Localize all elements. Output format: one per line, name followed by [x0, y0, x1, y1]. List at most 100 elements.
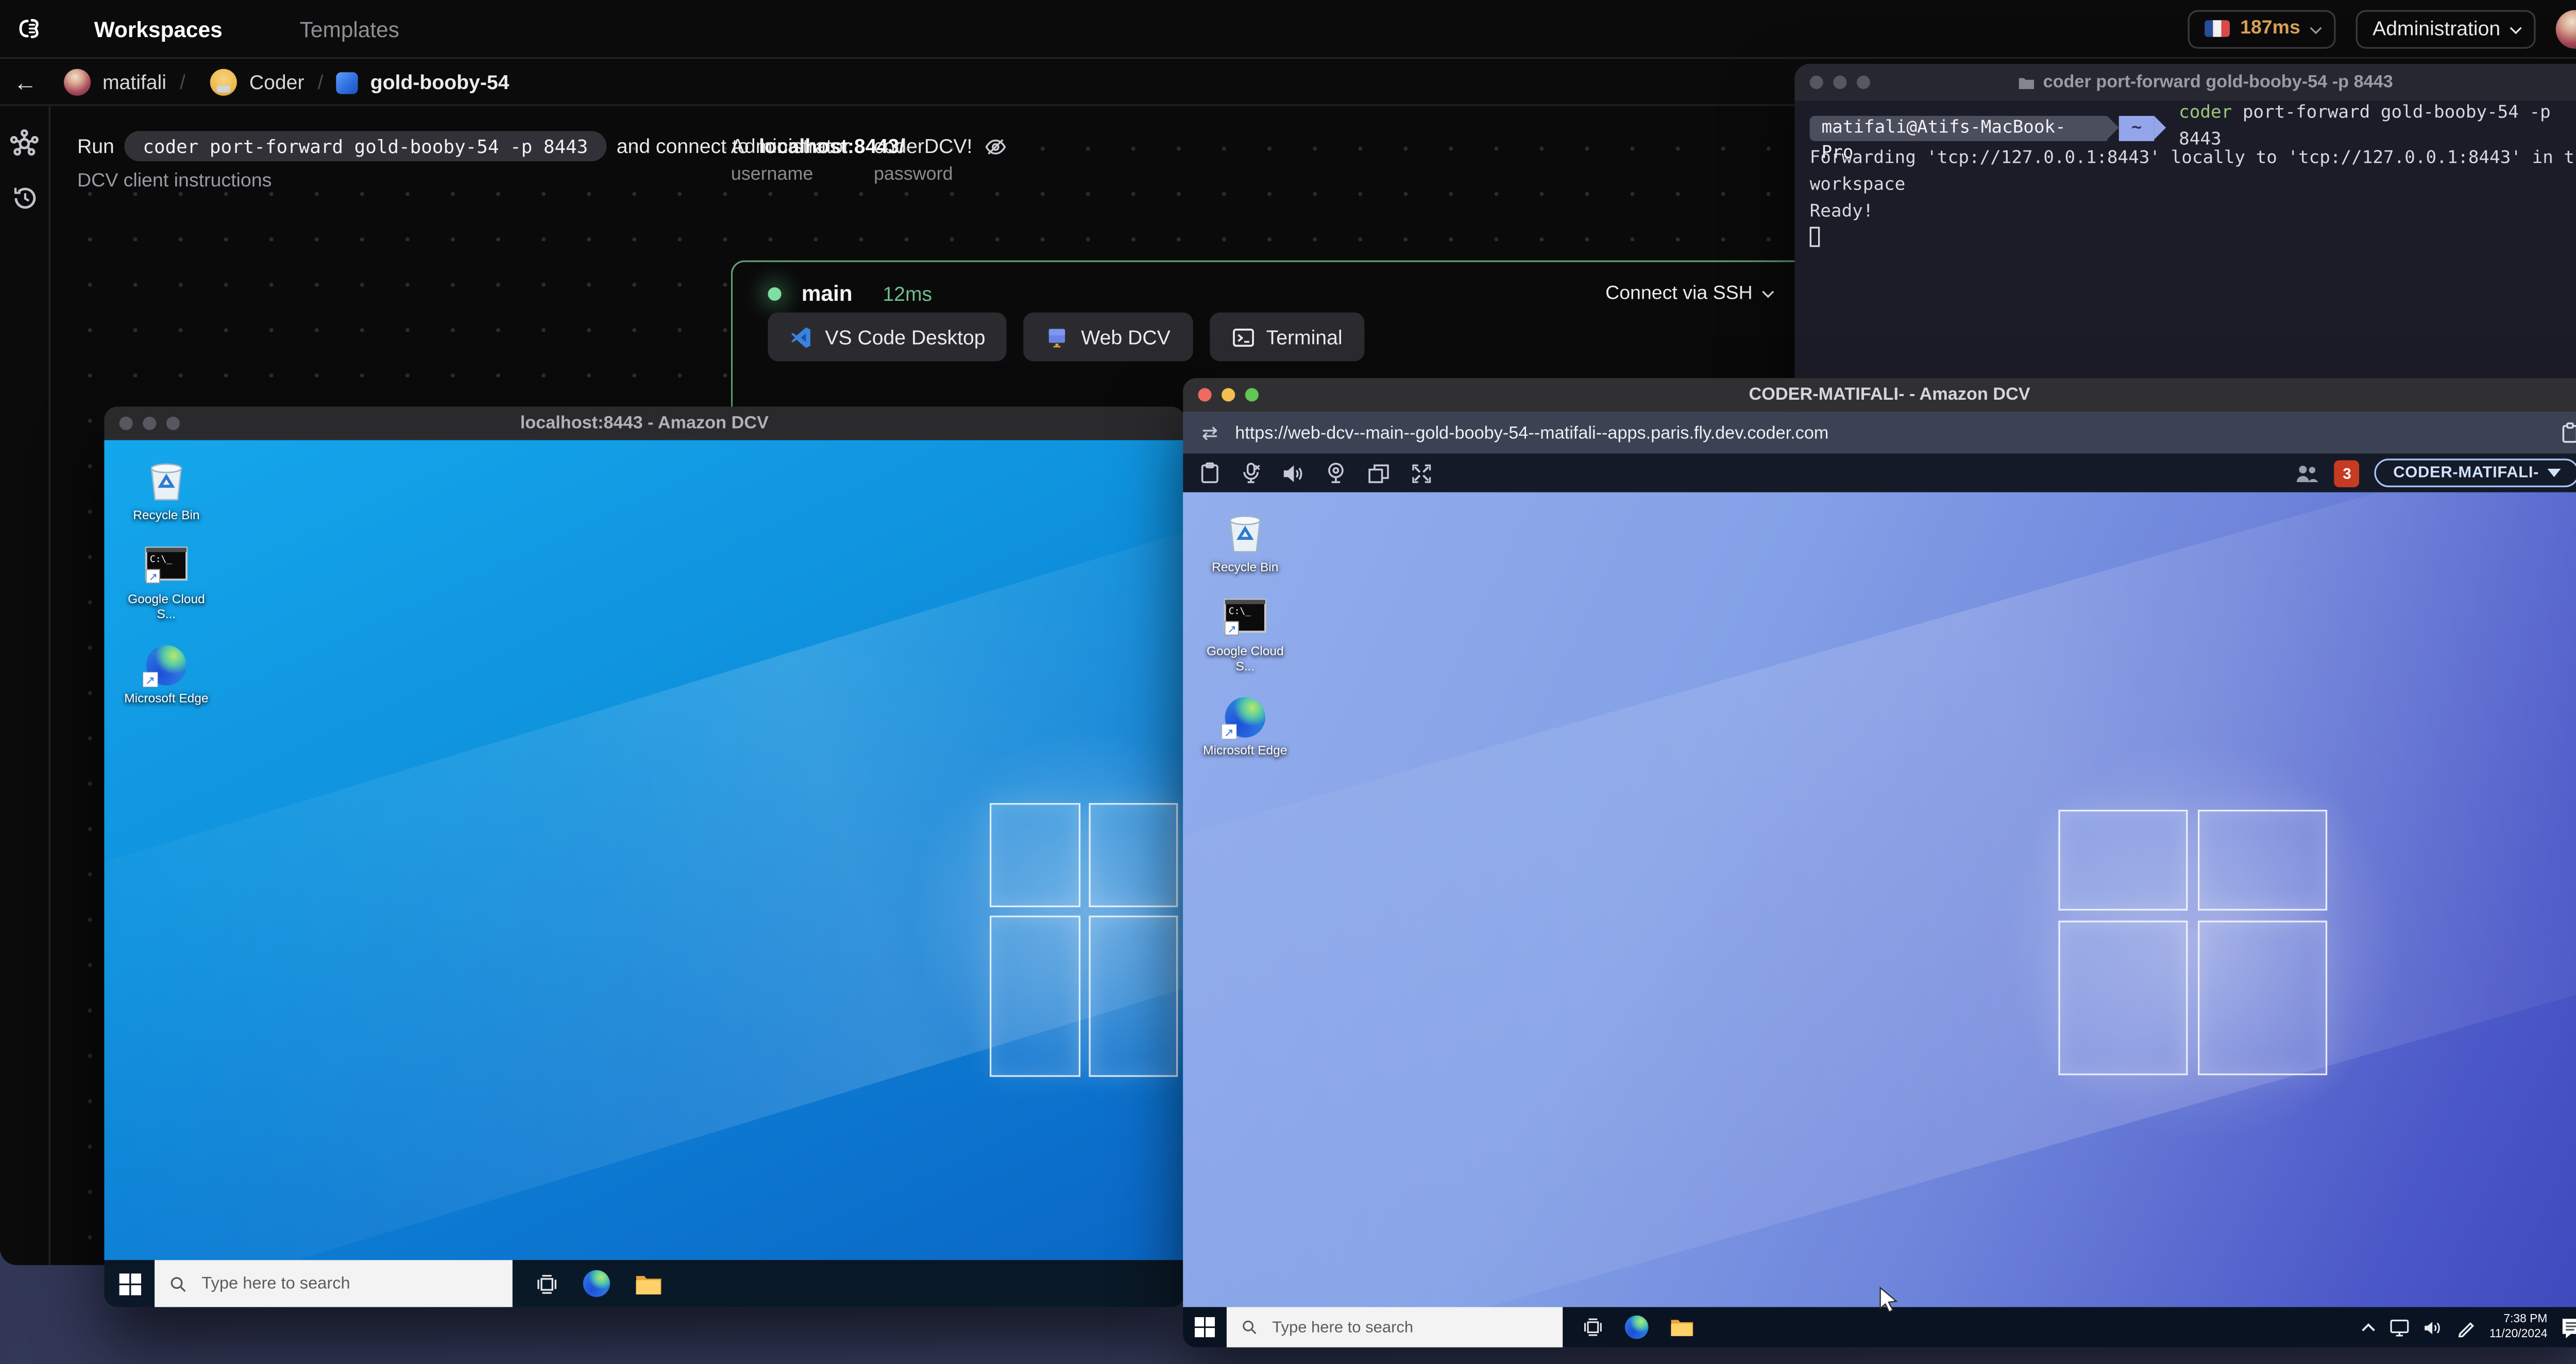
dcv-toolbar: 3 CODER-MATIFALI-	[1183, 453, 2576, 492]
session-menu-button[interactable]: CODER-MATIFALI-	[2375, 458, 2576, 487]
file-explorer-icon	[636, 1275, 662, 1294]
web-dcv-icon	[1049, 328, 1066, 347]
search-input[interactable]	[198, 1272, 498, 1294]
google-cloud-shortcut[interactable]: C:\_ ↗ Google Cloud S...	[1196, 598, 1294, 674]
microphone-muted-icon[interactable]	[1242, 462, 1260, 484]
back-button[interactable]: ←	[0, 69, 50, 96]
volume-icon[interactable]	[2424, 1318, 2444, 1337]
connect-via-ssh-button[interactable]: Connect via SSH	[1605, 283, 1774, 303]
top-navbar: Workspaces Templates 187ms Administratio…	[0, 0, 2576, 59]
run-prefix: Run	[77, 134, 114, 158]
dcv-web-window: CODER-MATIFALI- - Amazon DCV https://web…	[1183, 378, 2576, 1348]
terminal-titlebar[interactable]: coder port-forward gold-booby-54 -p 8443	[1794, 63, 2576, 101]
speaker-icon[interactable]	[1282, 463, 1304, 483]
url-bar[interactable]: https://web-dcv--main--gold-booby-54--ma…	[1183, 412, 2576, 454]
task-view-button[interactable]	[536, 1260, 557, 1307]
search-icon	[171, 1276, 186, 1291]
eye-off-icon[interactable]	[984, 137, 1006, 156]
recycle-bin-icon	[1229, 515, 1261, 553]
web-dcv-label: Web DCV	[1081, 325, 1171, 349]
dcv-client-instructions-link[interactable]: DCV client instructions	[77, 172, 272, 192]
username-value: Administrator	[731, 134, 850, 158]
icon-label: Recycle Bin	[133, 507, 200, 523]
breadcrumb-separator: /	[317, 70, 324, 94]
terminal-button[interactable]: Terminal	[1209, 312, 1364, 362]
icon-label: Google Cloud S...	[1206, 643, 1284, 674]
breadcrumb-user-avatar	[63, 69, 91, 96]
agent-name: main	[801, 280, 853, 306]
taskbar-search[interactable]	[155, 1260, 513, 1307]
copy-url-icon[interactable]	[2561, 422, 2576, 444]
dcv-web-titlebar[interactable]: CODER-MATIFALI- - Amazon DCV	[1183, 378, 2576, 412]
svg-text:↗: ↗	[148, 570, 158, 583]
clipboard-icon[interactable]	[1200, 462, 1220, 484]
svg-text:C:\_: C:\_	[150, 554, 172, 565]
pen-icon[interactable]	[2458, 1318, 2476, 1337]
dcv-local-titlebar[interactable]: localhost:8443 - Amazon DCV	[104, 406, 1185, 440]
clock-time: 7:38 PM	[2503, 1314, 2548, 1326]
edge-taskbar-button[interactable]	[1624, 1307, 1649, 1347]
svg-text:↗: ↗	[1224, 726, 1234, 739]
administration-menu-button[interactable]: Administration	[2355, 9, 2536, 48]
navbar-right: 187ms Administration	[2188, 9, 2576, 48]
microsoft-edge-shortcut[interactable]: ↗ Microsoft Edge	[117, 645, 215, 706]
web-dcv-button[interactable]: Web DCV	[1024, 312, 1193, 362]
svg-text:C:\_: C:\_	[1229, 606, 1251, 617]
shortcut-arrow-icon: ↗	[143, 672, 158, 687]
shortcut-arrow-icon: ↗	[1222, 724, 1237, 740]
recycle-bin-shortcut[interactable]: Recycle Bin	[117, 457, 215, 522]
tab-templates[interactable]: Templates	[300, 16, 399, 41]
password-value: coderDCV!	[873, 134, 973, 158]
password-label: password	[873, 164, 953, 185]
agent-apps: VS Code Desktop Web DCV Terminal	[768, 312, 1364, 362]
administration-label: Administration	[2372, 16, 2501, 41]
multi-window-icon[interactable]	[1368, 463, 1389, 483]
file-explorer-button[interactable]	[635, 1260, 662, 1307]
chevron-down-icon	[2310, 21, 2322, 33]
microsoft-edge-shortcut[interactable]: ↗ Microsoft Edge	[1196, 697, 1294, 758]
url-text[interactable]: https://web-dcv--main--gold-booby-54--ma…	[1235, 422, 1828, 442]
chevron-down-icon	[1762, 286, 1774, 298]
start-button[interactable]	[1183, 1307, 1227, 1347]
edge-taskbar-button[interactable]	[583, 1260, 610, 1307]
svg-text:↗: ↗	[1227, 622, 1236, 635]
breadcrumb-workspace[interactable]: gold-booby-54	[370, 71, 510, 94]
dropdown-triangle-icon	[2547, 468, 2561, 478]
show-hidden-icons-chevron[interactable]	[2362, 1322, 2377, 1333]
powerline-arrow	[2154, 116, 2166, 140]
folder-icon	[2019, 77, 2034, 89]
collaborators-icon[interactable]	[2296, 463, 2319, 483]
tab-workspaces[interactable]: Workspaces	[94, 16, 223, 41]
display-icon[interactable]	[2390, 1318, 2410, 1337]
prompt-path: ~	[2119, 115, 2154, 141]
coder-logo-icon[interactable]	[17, 13, 47, 44]
task-view-icon	[537, 1274, 556, 1293]
terminal-cursor	[1809, 227, 1820, 248]
vscode-desktop-button[interactable]: VS Code Desktop	[768, 312, 1007, 362]
breadcrumb-user[interactable]: matifali	[103, 71, 166, 94]
taskbar-clock[interactable]: 7:38 PM 11/20/2024	[2489, 1312, 2548, 1342]
windows-start-icon	[1194, 1317, 1215, 1338]
task-view-button[interactable]	[1583, 1307, 1603, 1347]
file-explorer-button[interactable]	[1670, 1307, 1694, 1347]
history-icon[interactable]	[11, 185, 38, 212]
session-name: CODER-MATIFALI-	[2393, 464, 2539, 483]
port-forward-command[interactable]: coder port-forward gold-booby-54 -p 8443	[124, 131, 607, 162]
search-input[interactable]	[1268, 1316, 1548, 1338]
taskbar-search[interactable]	[1226, 1307, 1563, 1348]
command-prompt-icon: C:\_ ↗	[1224, 599, 1266, 636]
start-button[interactable]	[104, 1260, 155, 1307]
google-cloud-shortcut[interactable]: C:\_ ↗ Google Cloud S...	[117, 546, 215, 622]
webcam-icon[interactable]	[1326, 462, 1346, 484]
action-center-button[interactable]: 1	[2561, 1316, 2576, 1343]
clock-date: 11/20/2024	[2489, 1328, 2548, 1341]
user-avatar[interactable]	[2555, 9, 2576, 48]
resources-topology-icon[interactable]	[10, 129, 39, 158]
latency-button[interactable]: 187ms	[2188, 9, 2336, 48]
breadcrumb-template[interactable]: Coder	[249, 71, 304, 94]
connect-text: and connect to	[616, 134, 749, 158]
recycle-bin-shortcut[interactable]: Recycle Bin	[1196, 509, 1294, 574]
latency-value: 187ms	[2240, 18, 2300, 39]
collaborators-count-badge[interactable]: 3	[2334, 459, 2360, 487]
fullscreen-icon[interactable]	[1412, 463, 1432, 483]
